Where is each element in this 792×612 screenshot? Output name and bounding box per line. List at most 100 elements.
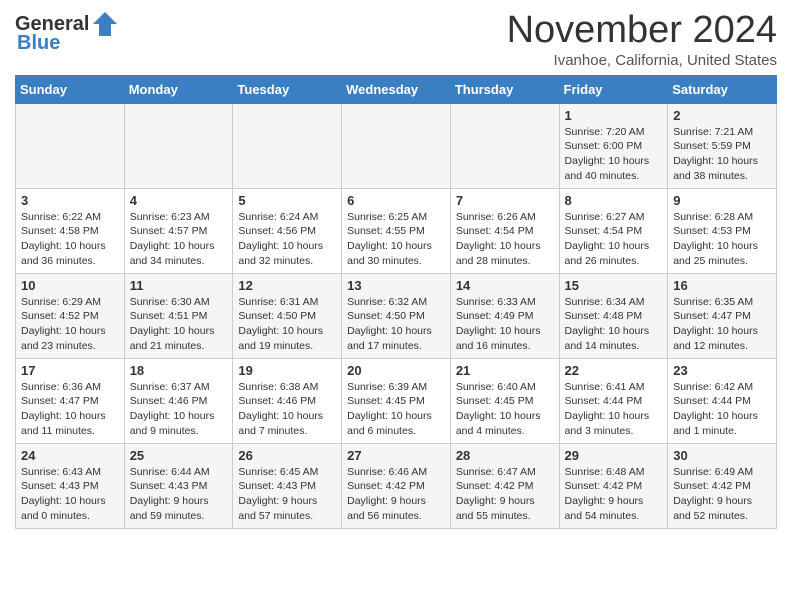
calendar-cell: 21Sunrise: 6:40 AM Sunset: 4:45 PM Dayli… — [450, 358, 559, 443]
day-detail: Sunrise: 6:28 AM Sunset: 4:53 PM Dayligh… — [673, 210, 771, 269]
day-detail: Sunrise: 6:38 AM Sunset: 4:46 PM Dayligh… — [238, 380, 336, 439]
calendar-cell: 2Sunrise: 7:21 AM Sunset: 5:59 PM Daylig… — [668, 103, 777, 188]
day-number: 19 — [238, 363, 336, 378]
calendar-cell: 17 Sunrise: 6:36 AM Sunset: 4:47 PM Dayli… — [16, 358, 125, 443]
calendar-cell: 10 Sunrise: 6:29 AM Sunset: 4:52 PM Dayli… — [16, 273, 125, 358]
calendar-cell: 9 Sunrise: 6:28 AM Sunset: 4:53 PM Daylig… — [668, 188, 777, 273]
day-detail: Sunrise: 6:40 AM Sunset: 4:45 PM Dayligh… — [456, 380, 554, 439]
calendar-cell: 3 Sunrise: 6:22 AM Sunset: 4:58 PM Daylig… — [16, 188, 125, 273]
day-detail: Sunrise: 6:46 AM Sunset: 4:42 PM Dayligh… — [347, 465, 445, 524]
day-detail: Sunrise: 6:35 AM Sunset: 4:47 PM Dayligh… — [673, 295, 771, 354]
day-detail: Sunrise: 6:23 AM Sunset: 4:57 PM Dayligh… — [130, 210, 228, 269]
day-number: 11 — [130, 278, 228, 293]
calendar-cell: 5 Sunrise: 6:24 AM Sunset: 4:56 PM Daylig… — [233, 188, 342, 273]
location: Ivanhoe, California, United States — [507, 52, 777, 69]
calendar-week-1: 1Sunrise: 7:20 AM Sunset: 6:00 PM Daylig… — [16, 103, 777, 188]
calendar-cell: 4 Sunrise: 6:23 AM Sunset: 4:57 PM Daylig… — [124, 188, 233, 273]
day-detail: Sunrise: 6:24 AM Sunset: 4:56 PM Dayligh… — [238, 210, 336, 269]
day-detail: Sunrise: 6:49 AM Sunset: 4:42 PM Dayligh… — [673, 465, 771, 524]
col-friday: Friday — [559, 75, 668, 103]
day-number: 27 — [347, 448, 445, 463]
calendar-cell: 13 Sunrise: 6:32 AM Sunset: 4:50 PM Dayli… — [342, 273, 451, 358]
day-number: 22 — [565, 363, 663, 378]
logo-icon — [91, 10, 119, 38]
day-number: 4 — [130, 193, 228, 208]
calendar-cell — [450, 103, 559, 188]
calendar-week-2: 3 Sunrise: 6:22 AM Sunset: 4:58 PM Daylig… — [16, 188, 777, 273]
day-detail: Sunrise: 7:21 AM Sunset: 5:59 PM Dayligh… — [673, 125, 771, 184]
calendar-cell: 15Sunrise: 6:34 AM Sunset: 4:48 PM Dayli… — [559, 273, 668, 358]
day-detail: Sunrise: 6:29 AM Sunset: 4:52 PM Dayligh… — [21, 295, 119, 354]
day-number: 16 — [673, 278, 771, 293]
day-detail: Sunrise: 6:45 AM Sunset: 4:43 PM Dayligh… — [238, 465, 336, 524]
day-number: 26 — [238, 448, 336, 463]
day-number: 12 — [238, 278, 336, 293]
day-detail: Sunrise: 6:41 AM Sunset: 4:44 PM Dayligh… — [565, 380, 663, 439]
day-number: 28 — [456, 448, 554, 463]
calendar-week-3: 10 Sunrise: 6:29 AM Sunset: 4:52 PM Dayli… — [16, 273, 777, 358]
day-number: 9 — [673, 193, 771, 208]
title-block: November 2024 Ivanhoe, California, Unite… — [507, 10, 777, 69]
day-detail: Sunrise: 6:33 AM Sunset: 4:49 PM Dayligh… — [456, 295, 554, 354]
calendar-cell: 19 Sunrise: 6:38 AM Sunset: 4:46 PM Dayli… — [233, 358, 342, 443]
col-saturday: Saturday — [668, 75, 777, 103]
calendar-cell: 1Sunrise: 7:20 AM Sunset: 6:00 PM Daylig… — [559, 103, 668, 188]
day-detail: Sunrise: 6:31 AM Sunset: 4:50 PM Dayligh… — [238, 295, 336, 354]
header: General Blue November 2024 Ivanhoe, Cali… — [15, 10, 777, 69]
col-sunday: Sunday — [16, 75, 125, 103]
calendar-cell: 16 Sunrise: 6:35 AM Sunset: 4:47 PM Dayli… — [668, 273, 777, 358]
day-number: 18 — [130, 363, 228, 378]
day-number: 15 — [565, 278, 663, 293]
day-number: 20 — [347, 363, 445, 378]
day-detail: Sunrise: 6:47 AM Sunset: 4:42 PM Dayligh… — [456, 465, 554, 524]
calendar-cell: 29Sunrise: 6:48 AM Sunset: 4:42 PM Dayli… — [559, 443, 668, 528]
calendar-header-row: Sunday Monday Tuesday Wednesday Thursday… — [16, 75, 777, 103]
day-number: 25 — [130, 448, 228, 463]
day-detail: Sunrise: 6:43 AM Sunset: 4:43 PM Dayligh… — [21, 465, 119, 524]
col-monday: Monday — [124, 75, 233, 103]
calendar-cell: 27 Sunrise: 6:46 AM Sunset: 4:42 PM Dayli… — [342, 443, 451, 528]
day-number: 14 — [456, 278, 554, 293]
day-detail: Sunrise: 6:22 AM Sunset: 4:58 PM Dayligh… — [21, 210, 119, 269]
calendar-cell: 20 Sunrise: 6:39 AM Sunset: 4:45 PM Dayli… — [342, 358, 451, 443]
day-number: 5 — [238, 193, 336, 208]
page-container: General Blue November 2024 Ivanhoe, Cali… — [0, 0, 792, 539]
calendar-cell: 23 Sunrise: 6:42 AM Sunset: 4:44 PM Dayli… — [668, 358, 777, 443]
col-wednesday: Wednesday — [342, 75, 451, 103]
calendar-cell — [233, 103, 342, 188]
day-detail: Sunrise: 6:30 AM Sunset: 4:51 PM Dayligh… — [130, 295, 228, 354]
calendar-cell — [16, 103, 125, 188]
day-detail: Sunrise: 7:20 AM Sunset: 6:00 PM Dayligh… — [565, 125, 663, 184]
calendar-cell: 26 Sunrise: 6:45 AM Sunset: 4:43 PM Dayli… — [233, 443, 342, 528]
day-detail: Sunrise: 6:27 AM Sunset: 4:54 PM Dayligh… — [565, 210, 663, 269]
calendar-cell: 18Sunrise: 6:37 AM Sunset: 4:46 PM Dayli… — [124, 358, 233, 443]
calendar-cell: 30 Sunrise: 6:49 AM Sunset: 4:42 PM Dayli… — [668, 443, 777, 528]
day-detail: Sunrise: 6:39 AM Sunset: 4:45 PM Dayligh… — [347, 380, 445, 439]
day-detail: Sunrise: 6:32 AM Sunset: 4:50 PM Dayligh… — [347, 295, 445, 354]
day-detail: Sunrise: 6:42 AM Sunset: 4:44 PM Dayligh… — [673, 380, 771, 439]
calendar-week-4: 17 Sunrise: 6:36 AM Sunset: 4:47 PM Dayli… — [16, 358, 777, 443]
day-number: 30 — [673, 448, 771, 463]
calendar-cell — [342, 103, 451, 188]
day-number: 17 — [21, 363, 119, 378]
day-number: 10 — [21, 278, 119, 293]
logo-blue: Blue — [17, 32, 60, 55]
day-number: 23 — [673, 363, 771, 378]
calendar-table: Sunday Monday Tuesday Wednesday Thursday… — [15, 75, 777, 529]
col-thursday: Thursday — [450, 75, 559, 103]
calendar-cell: 25 Sunrise: 6:44 AM Sunset: 4:43 PM Dayli… — [124, 443, 233, 528]
calendar-week-5: 24Sunrise: 6:43 AM Sunset: 4:43 PM Dayli… — [16, 443, 777, 528]
col-tuesday: Tuesday — [233, 75, 342, 103]
day-number: 6 — [347, 193, 445, 208]
calendar-cell: 8Sunrise: 6:27 AM Sunset: 4:54 PM Daylig… — [559, 188, 668, 273]
day-number: 29 — [565, 448, 663, 463]
day-number: 13 — [347, 278, 445, 293]
logo: General Blue — [15, 10, 119, 55]
calendar-cell — [124, 103, 233, 188]
calendar-cell: 22 Sunrise: 6:41 AM Sunset: 4:44 PM Dayli… — [559, 358, 668, 443]
day-detail: Sunrise: 6:26 AM Sunset: 4:54 PM Dayligh… — [456, 210, 554, 269]
day-number: 3 — [21, 193, 119, 208]
day-detail: Sunrise: 6:36 AM Sunset: 4:47 PM Dayligh… — [21, 380, 119, 439]
day-detail: Sunrise: 6:25 AM Sunset: 4:55 PM Dayligh… — [347, 210, 445, 269]
day-detail: Sunrise: 6:44 AM Sunset: 4:43 PM Dayligh… — [130, 465, 228, 524]
